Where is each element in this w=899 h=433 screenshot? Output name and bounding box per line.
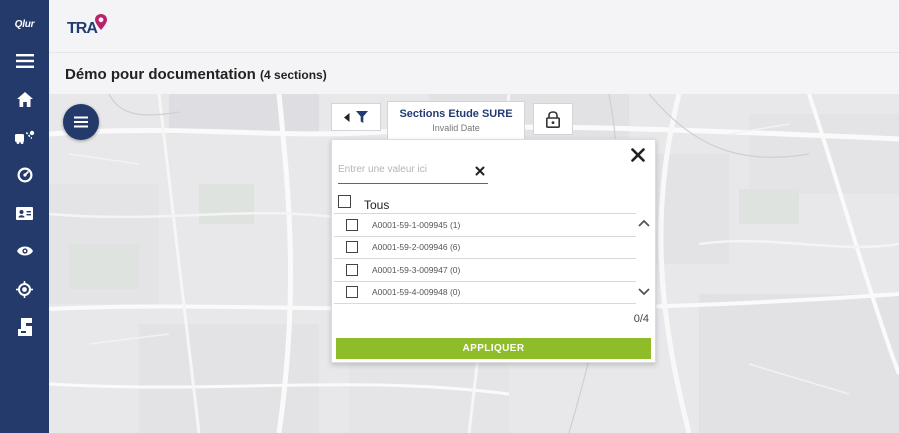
sidebar-item-contacts[interactable]: [0, 194, 49, 232]
list-item-label: A0001-59-3-009947 (0): [372, 264, 461, 275]
eye-icon: [16, 246, 33, 256]
select-all-checkbox[interactable]: [338, 194, 351, 208]
map-pin-icon: [94, 14, 107, 30]
hamburger-menu-icon: [74, 116, 88, 128]
filter-funnel-icon: [356, 111, 368, 123]
section-list[interactable]: A0001-59-1-009945 (1) A0001-59-2-009946 …: [334, 213, 636, 304]
lock-button[interactable]: [533, 103, 573, 135]
list-item-label: A0001-59-1-009945 (1): [372, 219, 461, 230]
item-checkbox[interactable]: [346, 286, 358, 299]
chevron-up-icon: [638, 219, 650, 227]
chevron-left-icon: [344, 112, 350, 122]
section-filter-panel: Tous A0001-59-1-009945 (1) A0001-59-2-00…: [331, 139, 656, 363]
section-select-title: Sections Etude SURE: [399, 108, 513, 120]
close-panel-button[interactable]: [631, 148, 647, 164]
select-all-label: Tous: [364, 198, 390, 212]
section-count: (4 sections): [260, 68, 327, 82]
dashboard-gauge-icon: [17, 167, 32, 183]
select-all-row[interactable]: Tous: [338, 193, 390, 212]
list-item-label: A0001-59-2-009946 (6): [372, 242, 461, 253]
title-bar: Démo pour documentation (4 sections): [49, 53, 899, 94]
sidebar-item-layers[interactable]: [0, 308, 49, 346]
app-logo[interactable]: Qlur: [6, 9, 44, 39]
home-icon: [16, 91, 33, 107]
page-title: Démo pour documentation (4 sections): [65, 66, 327, 83]
sidebar: Qlur: [0, 0, 49, 433]
chevron-down-icon: [638, 288, 650, 296]
route-icon: [14, 130, 34, 144]
item-checkbox[interactable]: [346, 241, 358, 254]
filter-toggle-button[interactable]: [331, 103, 381, 131]
contact-card-icon: [16, 206, 33, 220]
scroll-up-button[interactable]: [638, 214, 652, 228]
list-item[interactable]: A0001-59-4-009948 (0): [334, 282, 636, 304]
sidebar-item-home[interactable]: [0, 80, 49, 118]
brand-logo[interactable]: TRA: [67, 10, 107, 40]
page-title-text: Démo pour documentation: [65, 66, 256, 83]
sidebar-item-location[interactable]: [0, 270, 49, 308]
search-field: [338, 156, 488, 184]
selection-counter: 0/4: [633, 313, 649, 325]
apply-button[interactable]: APPLIQUER: [336, 338, 651, 359]
list-item-label: A0001-59-4-009948 (0): [372, 287, 461, 298]
list-item[interactable]: A0001-59-2-009946 (6): [334, 237, 636, 259]
hamburger-menu-icon: [15, 54, 34, 68]
search-input[interactable]: [338, 160, 466, 178]
sidebar-item-dashboard[interactable]: [0, 156, 49, 194]
sidebar-menu-button[interactable]: [0, 42, 49, 80]
list-item[interactable]: A0001-59-1-009945 (1): [334, 214, 636, 237]
map-menu-button[interactable]: [63, 104, 99, 140]
scroll-down-button[interactable]: [638, 283, 652, 297]
close-icon: [631, 148, 645, 162]
clear-search-button[interactable]: [475, 163, 486, 176]
sidebar-item-view[interactable]: [0, 232, 49, 270]
top-header: TRA: [49, 0, 899, 53]
sidebar-item-routes[interactable]: [0, 118, 49, 156]
layers-icon: [17, 318, 32, 336]
brand-text: TRA: [67, 20, 98, 37]
item-checkbox[interactable]: [346, 263, 358, 276]
crosshair-icon: [16, 280, 33, 298]
close-icon: [475, 166, 485, 176]
list-item[interactable]: A0001-59-3-009947 (0): [334, 259, 636, 282]
lock-open-icon: [546, 110, 560, 128]
item-checkbox[interactable]: [346, 218, 358, 231]
section-select-subtitle: Invalid Date: [432, 123, 480, 133]
